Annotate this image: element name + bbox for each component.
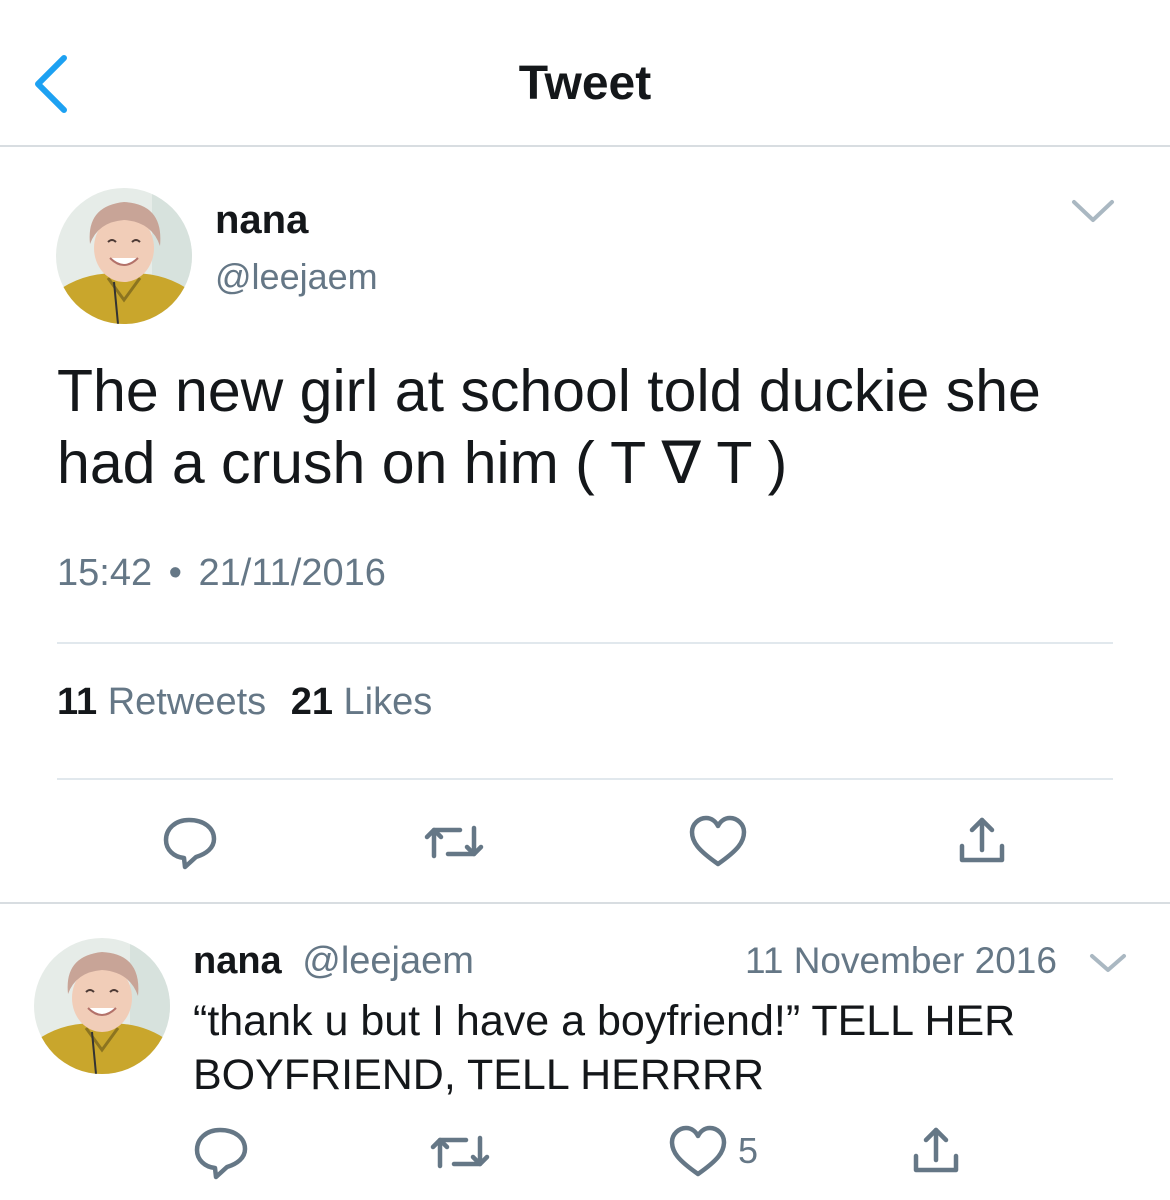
reply-like-count: 5 — [738, 1130, 759, 1171]
reply-author-handle: @leejaem — [302, 940, 474, 982]
reply-date: 11 November 2016 — [745, 940, 1057, 981]
likes-label: Likes — [343, 681, 433, 723]
reply-author[interactable]: nana @leejaem — [193, 940, 474, 983]
reply-share-button[interactable] — [906, 1122, 966, 1182]
tweet-menu-button[interactable] — [1068, 190, 1118, 234]
tweet-time: 15:42 — [57, 552, 153, 594]
retweets-count: 11 — [57, 681, 98, 723]
reply-icon — [194, 1127, 248, 1180]
share-icon — [959, 817, 1005, 863]
heart-icon — [689, 815, 747, 867]
chevron-down-icon — [1072, 200, 1114, 222]
reply-button[interactable] — [160, 812, 220, 872]
likes-count: 21 — [290, 681, 333, 723]
tweet-timestamp: 15:42 • 21/11/2016 — [57, 552, 386, 595]
like-button[interactable] — [688, 812, 748, 872]
reply-like-button[interactable] — [668, 1122, 728, 1182]
retweet-icon — [430, 1135, 490, 1169]
tweet-text-line: The new girl at school told duckie she — [57, 358, 1041, 424]
reply-icon — [163, 817, 217, 870]
reply-text: “thank u but I have a boyfriend!” TELL H… — [193, 994, 1153, 1102]
retweet-icon — [424, 825, 484, 859]
tweet-text-line: had a crush on him ( T ∇ T ) — [57, 430, 788, 496]
tweet-stats: 11 Retweets 21 Likes — [57, 681, 432, 724]
section-divider — [0, 902, 1170, 904]
tweet-date: 21/11/2016 — [198, 552, 386, 594]
nav-bar: Tweet — [0, 0, 1170, 147]
share-button[interactable] — [952, 812, 1012, 872]
likes-stat[interactable]: 21 Likes — [291, 681, 433, 723]
tweet-text: The new girl at school told duckie she h… — [57, 355, 1117, 499]
divider — [57, 642, 1113, 644]
retweets-stat[interactable]: 11 Retweets — [57, 681, 277, 723]
retweets-label: Retweets — [107, 681, 267, 723]
share-icon — [913, 1127, 959, 1173]
reply-author-name: nana — [193, 940, 282, 982]
avatar[interactable] — [34, 938, 170, 1074]
page-title: Tweet — [518, 57, 652, 110]
author-handle[interactable]: @leejaem — [215, 256, 378, 298]
retweet-button[interactable] — [424, 812, 484, 872]
divider — [57, 778, 1113, 780]
reply-menu-button[interactable] — [1088, 946, 1128, 980]
reply-reply-button[interactable] — [191, 1122, 251, 1182]
reply-text-line: “thank u but I have a boyfriend!” TELL H… — [193, 997, 1016, 1045]
author-name[interactable]: nana — [215, 198, 308, 243]
heart-icon — [669, 1125, 727, 1177]
avatar[interactable] — [56, 188, 192, 324]
reply-retweet-button[interactable] — [430, 1122, 490, 1182]
separator: • — [168, 552, 182, 594]
reply-text-line: BOYFRIEND, TELL HERRRR — [193, 1051, 765, 1099]
chevron-down-icon — [1090, 954, 1126, 972]
